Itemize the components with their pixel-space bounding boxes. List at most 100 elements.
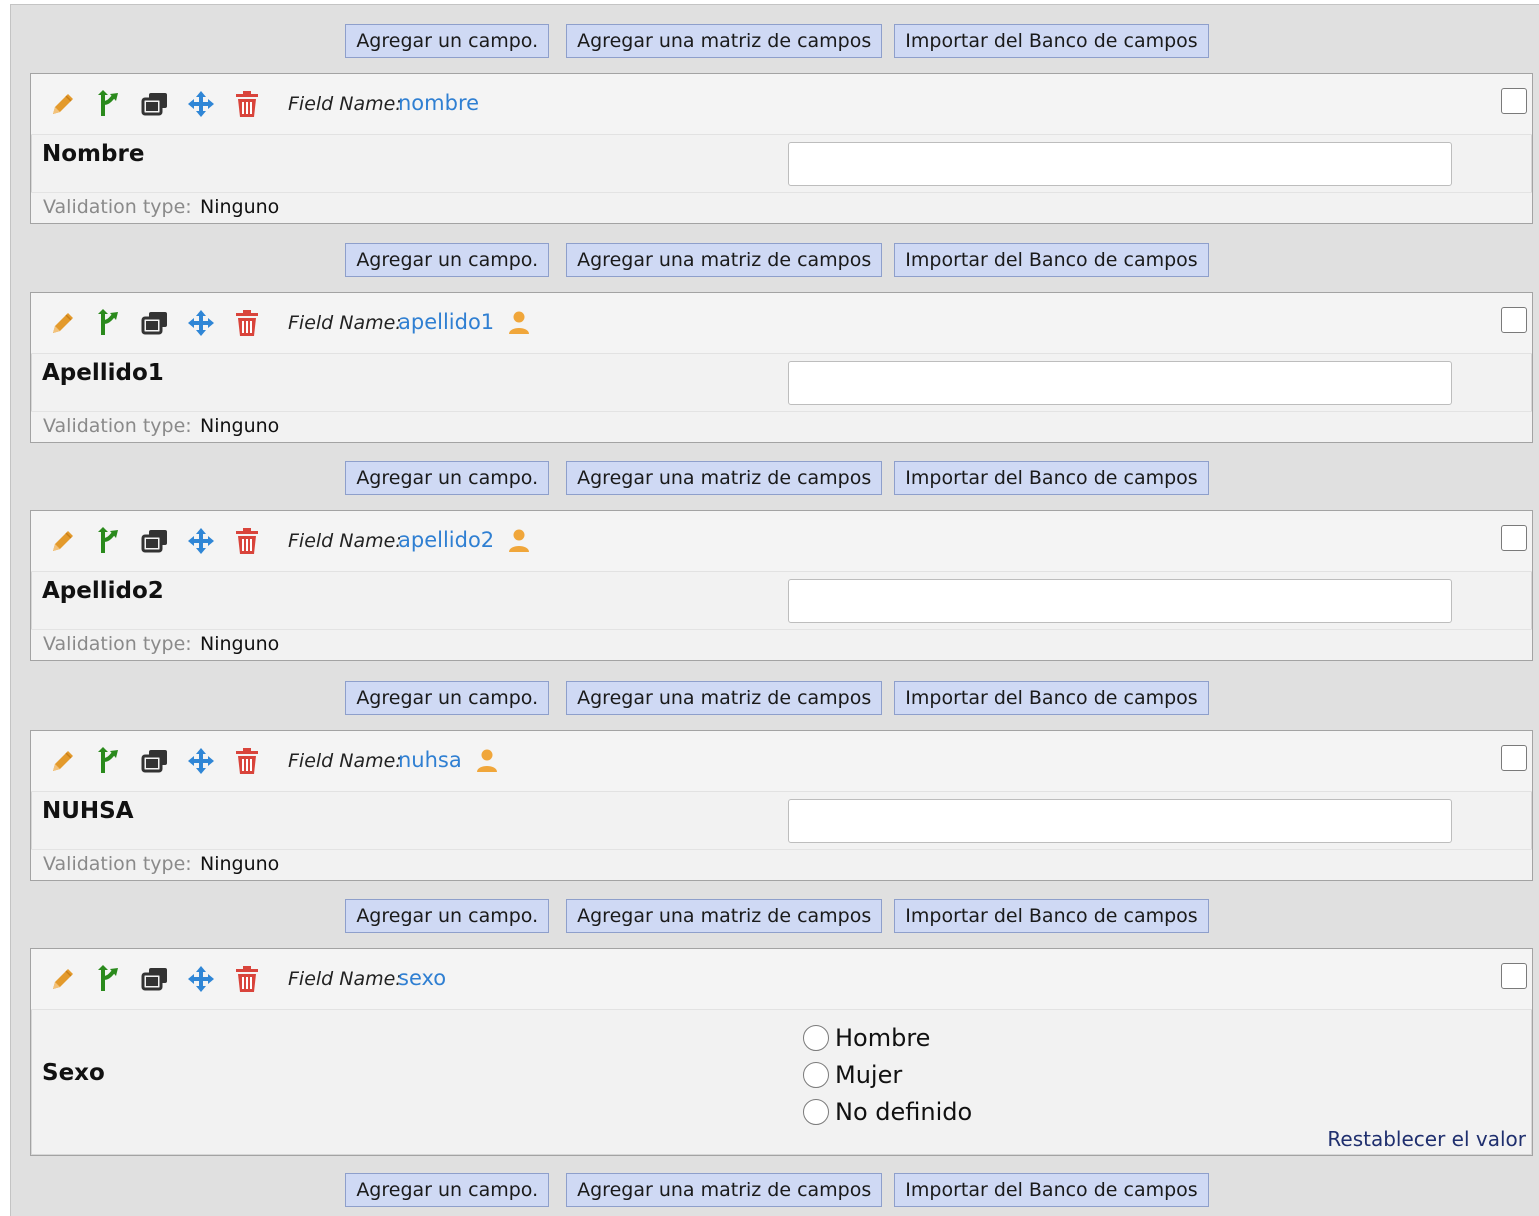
add-field-button[interactable]: Agregar un campo. bbox=[345, 899, 550, 933]
copy-icon[interactable] bbox=[139, 963, 171, 995]
field-name-value[interactable]: apellido2 bbox=[398, 528, 494, 552]
field-name-value[interactable]: apellido1 bbox=[398, 310, 494, 334]
add-field-button[interactable]: Agregar un campo. bbox=[345, 461, 550, 495]
field-label: Nombre bbox=[42, 141, 145, 167]
branch-icon[interactable] bbox=[93, 525, 125, 557]
branch-icon[interactable] bbox=[93, 88, 125, 120]
trash-icon[interactable] bbox=[231, 745, 263, 777]
radio-label: Mujer bbox=[835, 1060, 903, 1089]
field-select-checkbox[interactable] bbox=[1501, 525, 1527, 551]
text-input[interactable] bbox=[788, 579, 1452, 623]
add-matrix-button[interactable]: Agregar una matriz de campos bbox=[566, 24, 883, 58]
import-field-bank-button[interactable]: Importar del Banco de campos bbox=[894, 1173, 1209, 1207]
field-label: NUHSA bbox=[42, 798, 134, 824]
field-select-checkbox[interactable] bbox=[1501, 88, 1527, 114]
move-icon[interactable] bbox=[185, 745, 217, 777]
add-field-row: Agregar un campo. Agregar una matriz de … bbox=[11, 899, 1539, 933]
move-icon[interactable] bbox=[185, 307, 217, 339]
field-select-checkbox[interactable] bbox=[1501, 963, 1527, 989]
add-matrix-button[interactable]: Agregar una matriz de campos bbox=[566, 461, 883, 495]
text-input[interactable] bbox=[788, 142, 1452, 186]
field-footer: Validation type: Ninguno bbox=[31, 849, 1532, 880]
pencil-icon[interactable] bbox=[47, 88, 79, 120]
field-name-value[interactable]: nombre bbox=[398, 91, 479, 115]
validation-type-value: Ninguno bbox=[200, 853, 280, 875]
field-card-nuhsa: Field Name: nuhsa NUHSA Validation type:… bbox=[30, 730, 1533, 881]
designer-canvas: Agregar un campo. Agregar una matriz de … bbox=[10, 4, 1539, 1216]
field-header: Field Name: nombre bbox=[31, 74, 1532, 135]
copy-icon[interactable] bbox=[139, 525, 171, 557]
field-select-checkbox[interactable] bbox=[1501, 307, 1527, 333]
pencil-icon[interactable] bbox=[47, 307, 79, 339]
branch-icon[interactable] bbox=[93, 745, 125, 777]
radio-option[interactable]: Hombre bbox=[803, 1019, 972, 1056]
import-field-bank-button[interactable]: Importar del Banco de campos bbox=[894, 681, 1209, 715]
radio-label: No definido bbox=[835, 1097, 973, 1126]
add-matrix-button[interactable]: Agregar una matriz de campos bbox=[566, 243, 883, 277]
add-field-button[interactable]: Agregar un campo. bbox=[345, 24, 550, 58]
field-header: Field Name: apellido1 bbox=[31, 293, 1532, 354]
field-body: Sexo Hombre Mujer No definido Restablece… bbox=[31, 1010, 1532, 1155]
field-body: NUHSA bbox=[31, 792, 1532, 849]
trash-icon[interactable] bbox=[231, 525, 263, 557]
radio-option[interactable]: No definido bbox=[803, 1093, 972, 1130]
field-label: Apellido1 bbox=[42, 360, 164, 386]
validation-type-label: Validation type: bbox=[43, 196, 192, 218]
move-icon[interactable] bbox=[185, 88, 217, 120]
import-field-bank-button[interactable]: Importar del Banco de campos bbox=[894, 899, 1209, 933]
import-field-bank-button[interactable]: Importar del Banco de campos bbox=[894, 243, 1209, 277]
validation-type-label: Validation type: bbox=[43, 853, 192, 875]
move-icon[interactable] bbox=[185, 963, 217, 995]
pencil-icon[interactable] bbox=[47, 525, 79, 557]
text-input[interactable] bbox=[788, 799, 1452, 843]
pencil-icon[interactable] bbox=[47, 745, 79, 777]
add-field-button[interactable]: Agregar un campo. bbox=[345, 243, 550, 277]
reset-value-link[interactable]: Restablecer el valor bbox=[1327, 1127, 1526, 1151]
add-field-button[interactable]: Agregar un campo. bbox=[345, 681, 550, 715]
add-matrix-button[interactable]: Agregar una matriz de campos bbox=[566, 899, 883, 933]
add-matrix-button[interactable]: Agregar una matriz de campos bbox=[566, 681, 883, 715]
radio-button[interactable] bbox=[803, 1098, 829, 1125]
field-select-checkbox[interactable] bbox=[1501, 745, 1527, 771]
field-card-sexo: Field Name: sexo Sexo Hombre Mujer No de… bbox=[30, 948, 1533, 1156]
add-matrix-button[interactable]: Agregar una matriz de campos bbox=[566, 1173, 883, 1207]
radio-option[interactable]: Mujer bbox=[803, 1056, 972, 1093]
validation-type-value: Ninguno bbox=[200, 415, 280, 437]
field-body: Nombre bbox=[31, 135, 1532, 192]
field-footer: Validation type: Ninguno bbox=[31, 411, 1532, 442]
add-field-row: Agregar un campo. Agregar una matriz de … bbox=[11, 1173, 1539, 1207]
field-name-label: Field Name: bbox=[288, 312, 402, 334]
text-input[interactable] bbox=[788, 361, 1452, 405]
field-name-value[interactable]: nuhsa bbox=[398, 748, 462, 772]
field-footer: Validation type: Ninguno bbox=[31, 629, 1532, 660]
add-field-row: Agregar un campo. Agregar una matriz de … bbox=[11, 461, 1539, 495]
branch-icon[interactable] bbox=[93, 307, 125, 339]
radio-group: Hombre Mujer No definido bbox=[803, 1019, 972, 1130]
field-name-value[interactable]: sexo bbox=[398, 966, 446, 990]
add-field-row: Agregar un campo. Agregar una matriz de … bbox=[11, 24, 1539, 58]
pencil-icon[interactable] bbox=[47, 963, 79, 995]
radio-label: Hombre bbox=[835, 1023, 931, 1052]
add-field-button[interactable]: Agregar un campo. bbox=[345, 1173, 550, 1207]
field-name-label: Field Name: bbox=[288, 530, 402, 552]
identifier-user-icon bbox=[509, 311, 529, 334]
validation-type-value: Ninguno bbox=[200, 633, 280, 655]
field-header: Field Name: sexo bbox=[31, 949, 1532, 1010]
add-field-row: Agregar un campo. Agregar una matriz de … bbox=[11, 243, 1539, 277]
move-icon[interactable] bbox=[185, 525, 217, 557]
radio-button[interactable] bbox=[803, 1024, 829, 1051]
identifier-user-icon bbox=[509, 529, 529, 552]
validation-type-value: Ninguno bbox=[200, 196, 280, 218]
copy-icon[interactable] bbox=[139, 745, 171, 777]
trash-icon[interactable] bbox=[231, 307, 263, 339]
branch-icon[interactable] bbox=[93, 963, 125, 995]
copy-icon[interactable] bbox=[139, 307, 171, 339]
import-field-bank-button[interactable]: Importar del Banco de campos bbox=[894, 24, 1209, 58]
copy-icon[interactable] bbox=[139, 88, 171, 120]
import-field-bank-button[interactable]: Importar del Banco de campos bbox=[894, 461, 1209, 495]
radio-button[interactable] bbox=[803, 1061, 829, 1088]
field-label: Sexo bbox=[42, 1060, 105, 1086]
trash-icon[interactable] bbox=[231, 963, 263, 995]
trash-icon[interactable] bbox=[231, 88, 263, 120]
field-body: Apellido2 bbox=[31, 572, 1532, 629]
